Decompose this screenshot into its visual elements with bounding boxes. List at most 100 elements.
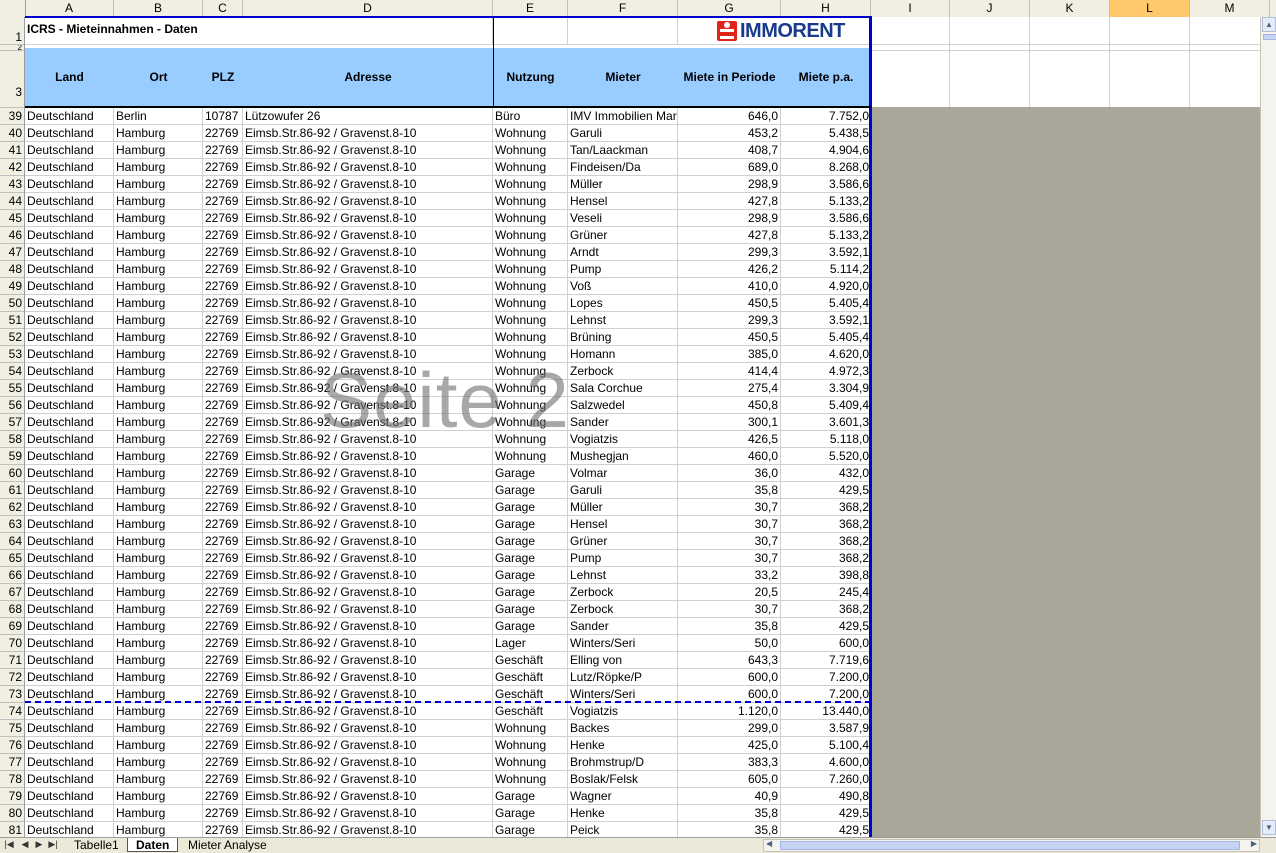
row-header-61[interactable]: 61 — [0, 482, 24, 499]
cell-ort[interactable]: Hamburg — [114, 176, 203, 193]
cell-pa[interactable]: 3.587,9 — [781, 720, 871, 737]
cell-nutz[interactable]: Wohnung — [493, 397, 568, 414]
cell-mieter[interactable]: Findeisen/Da — [568, 159, 678, 176]
cell-pa[interactable]: 7.752,0 — [781, 108, 871, 125]
column-header-g[interactable]: G — [678, 0, 781, 17]
cell-land[interactable]: Deutschland — [25, 125, 114, 142]
row-header-73[interactable]: 73 — [0, 686, 24, 703]
cell-adr[interactable]: Eimsb.Str.86-92 / Gravenst.8-10 — [243, 635, 493, 652]
cell-ort[interactable]: Hamburg — [114, 805, 203, 822]
cell-pa[interactable]: 368,2 — [781, 601, 871, 618]
row-header-39[interactable]: 39 — [0, 108, 24, 125]
scroll-up-icon[interactable]: ▲ — [1262, 17, 1276, 32]
cell-ort[interactable]: Hamburg — [114, 312, 203, 329]
cell-plz[interactable]: 22769 — [203, 465, 243, 482]
cell-pa[interactable]: 5.133,2 — [781, 193, 871, 210]
cell-land[interactable]: Deutschland — [25, 329, 114, 346]
cell-mieter[interactable]: Veseli — [568, 210, 678, 227]
last-sheet-icon[interactable]: ▶| — [46, 839, 60, 850]
cell-mieter[interactable]: Zerbock — [568, 601, 678, 618]
scroll-left-icon[interactable]: ◀ — [766, 839, 772, 848]
cell-land[interactable]: Deutschland — [25, 567, 114, 584]
cell-pa[interactable]: 368,2 — [781, 499, 871, 516]
cell-periode[interactable]: 427,8 — [678, 193, 781, 210]
cell-land[interactable]: Deutschland — [25, 669, 114, 686]
cell-land[interactable]: Deutschland — [25, 295, 114, 312]
cell-pa[interactable]: 368,2 — [781, 533, 871, 550]
cell-mieter[interactable]: Tan/Laackman — [568, 142, 678, 159]
cell-adr[interactable]: Eimsb.Str.86-92 / Gravenst.8-10 — [243, 482, 493, 499]
cell-adr[interactable]: Eimsb.Str.86-92 / Gravenst.8-10 — [243, 601, 493, 618]
cell-periode[interactable]: 30,7 — [678, 516, 781, 533]
cell-ort[interactable]: Hamburg — [114, 210, 203, 227]
cell-nutz[interactable]: Garage — [493, 533, 568, 550]
cell-ort[interactable]: Hamburg — [114, 244, 203, 261]
row-header-45[interactable]: 45 — [0, 210, 24, 227]
cell-pa[interactable]: 4.600,0 — [781, 754, 871, 771]
cell-ort[interactable]: Hamburg — [114, 499, 203, 516]
cell-ort[interactable]: Hamburg — [114, 397, 203, 414]
cell-periode[interactable]: 426,2 — [678, 261, 781, 278]
first-sheet-icon[interactable]: |◀ — [2, 839, 16, 850]
cell-plz[interactable]: 22769 — [203, 363, 243, 380]
cell-ort[interactable]: Hamburg — [114, 380, 203, 397]
cell-adr[interactable]: Eimsb.Str.86-92 / Gravenst.8-10 — [243, 499, 493, 516]
cell-periode[interactable]: 450,5 — [678, 329, 781, 346]
cell-pa[interactable]: 368,2 — [781, 550, 871, 567]
cell-land[interactable]: Deutschland — [25, 108, 114, 125]
cell-periode[interactable]: 460,0 — [678, 448, 781, 465]
cell-plz[interactable]: 22769 — [203, 414, 243, 431]
cell-adr[interactable]: Eimsb.Str.86-92 / Gravenst.8-10 — [243, 414, 493, 431]
cell-adr[interactable]: Eimsb.Str.86-92 / Gravenst.8-10 — [243, 397, 493, 414]
cell-nutz[interactable]: Wohnung — [493, 431, 568, 448]
row-header-60[interactable]: 60 — [0, 465, 24, 482]
cell-nutz[interactable]: Wohnung — [493, 244, 568, 261]
cell-adr[interactable]: Eimsb.Str.86-92 / Gravenst.8-10 — [243, 244, 493, 261]
cell-land[interactable]: Deutschland — [25, 618, 114, 635]
row-header-49[interactable]: 49 — [0, 278, 24, 295]
cell-periode[interactable]: 35,8 — [678, 482, 781, 499]
cell-nutz[interactable]: Büro — [493, 108, 568, 125]
cell-pa[interactable]: 245,4 — [781, 584, 871, 601]
cell-land[interactable]: Deutschland — [25, 159, 114, 176]
cell-ort[interactable]: Hamburg — [114, 618, 203, 635]
cell-adr[interactable]: Eimsb.Str.86-92 / Gravenst.8-10 — [243, 550, 493, 567]
cell-pa[interactable]: 4.972,3 — [781, 363, 871, 380]
cell-ort[interactable]: Hamburg — [114, 414, 203, 431]
cell-nutz[interactable]: Garage — [493, 550, 568, 567]
cell-nutz[interactable]: Wohnung — [493, 312, 568, 329]
cell-ort[interactable]: Berlin — [114, 108, 203, 125]
cell-pa[interactable]: 429,5 — [781, 618, 871, 635]
cell-land[interactable]: Deutschland — [25, 550, 114, 567]
cell-land[interactable]: Deutschland — [25, 210, 114, 227]
cell-ort[interactable]: Hamburg — [114, 567, 203, 584]
cell-mieter[interactable]: Müller — [568, 176, 678, 193]
cell-land[interactable]: Deutschland — [25, 414, 114, 431]
cell-nutz[interactable]: Wohnung — [493, 159, 568, 176]
cell-adr[interactable]: Eimsb.Str.86-92 / Gravenst.8-10 — [243, 346, 493, 363]
cell-ort[interactable]: Hamburg — [114, 125, 203, 142]
cell-nutz[interactable]: Wohnung — [493, 414, 568, 431]
cell-plz[interactable]: 22769 — [203, 516, 243, 533]
column-header-i[interactable]: I — [871, 0, 950, 17]
cell-mieter[interactable]: Voß — [568, 278, 678, 295]
cell-mieter[interactable]: Winters/Seri — [568, 635, 678, 652]
cell-pa[interactable]: 5.520,0 — [781, 448, 871, 465]
cell-land[interactable]: Deutschland — [25, 193, 114, 210]
cell-pa[interactable]: 398,8 — [781, 567, 871, 584]
row-header-62[interactable]: 62 — [0, 499, 24, 516]
cell-mieter[interactable]: Pump — [568, 261, 678, 278]
cell-land[interactable]: Deutschland — [25, 244, 114, 261]
cell-ort[interactable]: Hamburg — [114, 669, 203, 686]
row-header-48[interactable]: 48 — [0, 261, 24, 278]
header-nutzung[interactable]: Nutzung — [493, 48, 568, 106]
cell-pa[interactable]: 5.405,4 — [781, 329, 871, 346]
cell-land[interactable]: Deutschland — [25, 635, 114, 652]
header-mieter[interactable]: Mieter — [568, 48, 678, 106]
column-header-d[interactable]: D — [243, 0, 493, 17]
cell-ort[interactable]: Hamburg — [114, 363, 203, 380]
horizontal-scrollbar[interactable]: ◀ ▶ — [763, 839, 1260, 852]
cell-periode[interactable]: 275,4 — [678, 380, 781, 397]
cell-pa[interactable]: 3.586,6 — [781, 210, 871, 227]
cell-periode[interactable]: 298,9 — [678, 176, 781, 193]
